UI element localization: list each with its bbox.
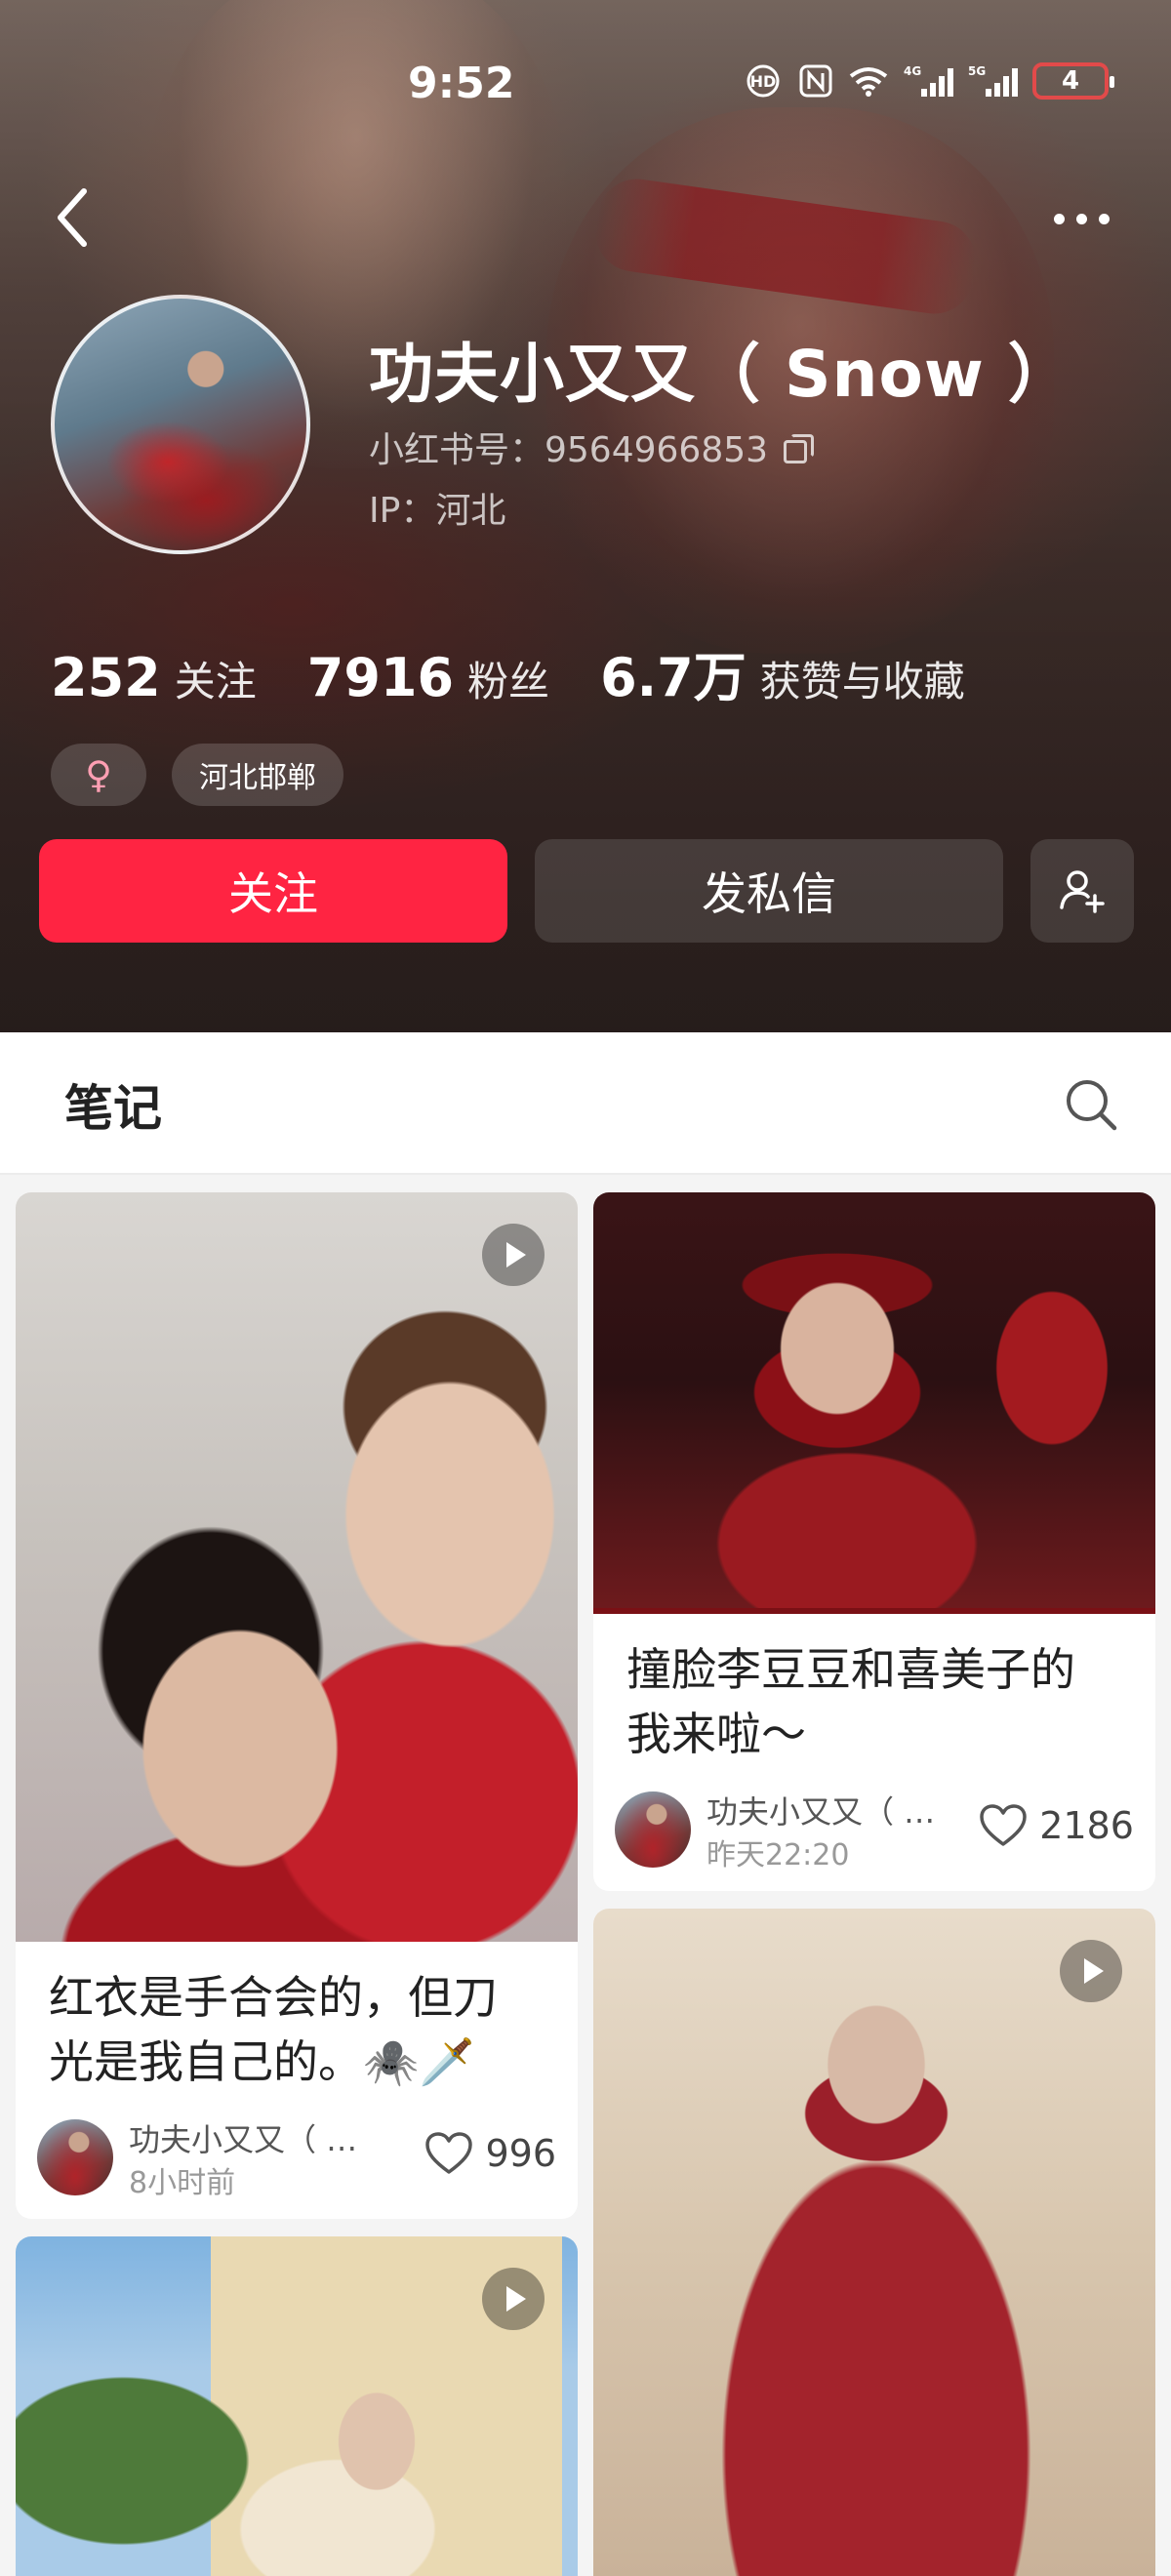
video-play-icon bbox=[482, 1224, 545, 1286]
note-card[interactable] bbox=[16, 2236, 578, 2576]
author-name[interactable]: 功夫小又又（ … bbox=[707, 1788, 935, 1832]
note-author-row: 功夫小又又（ … 8小时前 996 bbox=[37, 2115, 556, 2200]
gender-tag: ♀ bbox=[51, 744, 146, 806]
author-avatar[interactable] bbox=[615, 1791, 691, 1868]
note-card[interactable] bbox=[593, 1909, 1155, 2576]
stat-followers[interactable]: 7916 粉丝 bbox=[307, 647, 549, 708]
ip-location: IP：河北 bbox=[369, 491, 506, 531]
svg-text:5G: 5G bbox=[968, 64, 986, 78]
hd-call-icon: HD bbox=[746, 63, 785, 99]
status-time: 9:52 bbox=[408, 59, 515, 108]
stat-likes-collects[interactable]: 6.7万 获赞与收藏 bbox=[600, 634, 965, 711]
profile-actions: 关注 发私信 bbox=[39, 839, 1134, 943]
followers-label: 粉丝 bbox=[467, 658, 550, 705]
profile-nickname: 功夫小又又（ Snow ） bbox=[369, 337, 1073, 412]
add-friend-button[interactable] bbox=[1030, 839, 1134, 943]
post-time: 8小时前 bbox=[129, 2166, 236, 2200]
video-play-icon bbox=[1060, 1940, 1122, 2002]
like-count: 996 bbox=[485, 2132, 556, 2175]
post-time: 昨天22:20 bbox=[707, 1838, 850, 1872]
heart-icon bbox=[980, 1804, 1028, 1846]
author-avatar[interactable] bbox=[37, 2119, 113, 2195]
follow-button[interactable]: 关注 bbox=[39, 839, 507, 943]
notes-tab-bar: 笔记 bbox=[0, 1032, 1171, 1175]
search-icon[interactable] bbox=[1062, 1075, 1120, 1134]
profile-stats: 252 关注 7916 粉丝 6.7万 获赞与收藏 bbox=[51, 634, 965, 711]
note-cover-image bbox=[16, 1192, 578, 1942]
5g-signal-icon: 5G bbox=[968, 63, 1019, 99]
nfc-icon bbox=[798, 63, 833, 99]
back-icon[interactable] bbox=[49, 183, 98, 252]
profile-tags: ♀ 河北邯郸 bbox=[51, 744, 343, 806]
tab-notes[interactable]: 笔记 bbox=[64, 1069, 162, 1140]
note-card[interactable]: 撞脸李豆豆和喜美子的 我来啦～ 功夫小又又（ … 昨天22:20 2186 bbox=[593, 1192, 1155, 1891]
profile-header: 9:52 HD 4G 5G 4 功夫小又又（ Snow ） 小红书号：95649… bbox=[0, 0, 1171, 1032]
followers-count: 7916 bbox=[306, 647, 455, 708]
following-label: 关注 bbox=[174, 658, 257, 705]
like-button[interactable]: 996 bbox=[424, 2131, 556, 2176]
svg-text:4G: 4G bbox=[904, 64, 921, 78]
following-count: 252 bbox=[51, 647, 161, 708]
video-play-icon bbox=[482, 2268, 545, 2330]
note-cover-image bbox=[593, 1909, 1155, 2576]
battery-indicator: 4 bbox=[1032, 62, 1114, 100]
stat-following[interactable]: 252 关注 bbox=[51, 647, 257, 708]
more-options-icon[interactable] bbox=[1042, 199, 1120, 238]
like-count: 2186 bbox=[1039, 1804, 1134, 1847]
like-button[interactable]: 2186 bbox=[979, 1803, 1134, 1848]
note-title-line-2: 我来啦～ bbox=[626, 1708, 806, 1760]
add-user-icon bbox=[1060, 870, 1105, 913]
author-name[interactable]: 功夫小又又（ … bbox=[129, 2115, 357, 2160]
heart-icon bbox=[425, 2132, 473, 2174]
profile-avatar[interactable] bbox=[51, 295, 310, 554]
likes-collects-count: 6.7万 bbox=[600, 647, 747, 708]
send-message-button[interactable]: 发私信 bbox=[535, 839, 1003, 943]
note-author-row: 功夫小又又（ … 昨天22:20 2186 bbox=[615, 1788, 1134, 1872]
location-tag: 河北邯郸 bbox=[172, 744, 343, 806]
copy-icon[interactable] bbox=[782, 432, 815, 463]
4g-signal-icon: 4G bbox=[904, 63, 954, 99]
note-title-line-1: 红衣是手合会的，但刀 bbox=[49, 1971, 498, 2024]
likes-collects-label: 获赞与收藏 bbox=[759, 658, 965, 705]
note-title-line-1: 撞脸李豆豆和喜美子的 bbox=[626, 1643, 1075, 1696]
status-icons: HD 4G 5G 4 bbox=[746, 62, 1114, 100]
note-title-line-2: 光是我自己的。🕷️🗡️ bbox=[49, 2035, 475, 2088]
note-cover-image bbox=[593, 1192, 1155, 1614]
account-id-row: 小红书号：9564966853 bbox=[369, 422, 815, 472]
wifi-icon bbox=[847, 63, 890, 99]
note-card[interactable]: 红衣是手合会的，但刀 光是我自己的。🕷️🗡️ 功夫小又又（ … 8小时前 996 bbox=[16, 1192, 578, 2219]
account-id: 小红书号：9564966853 bbox=[369, 430, 769, 470]
svg-text:HD: HD bbox=[750, 72, 777, 91]
